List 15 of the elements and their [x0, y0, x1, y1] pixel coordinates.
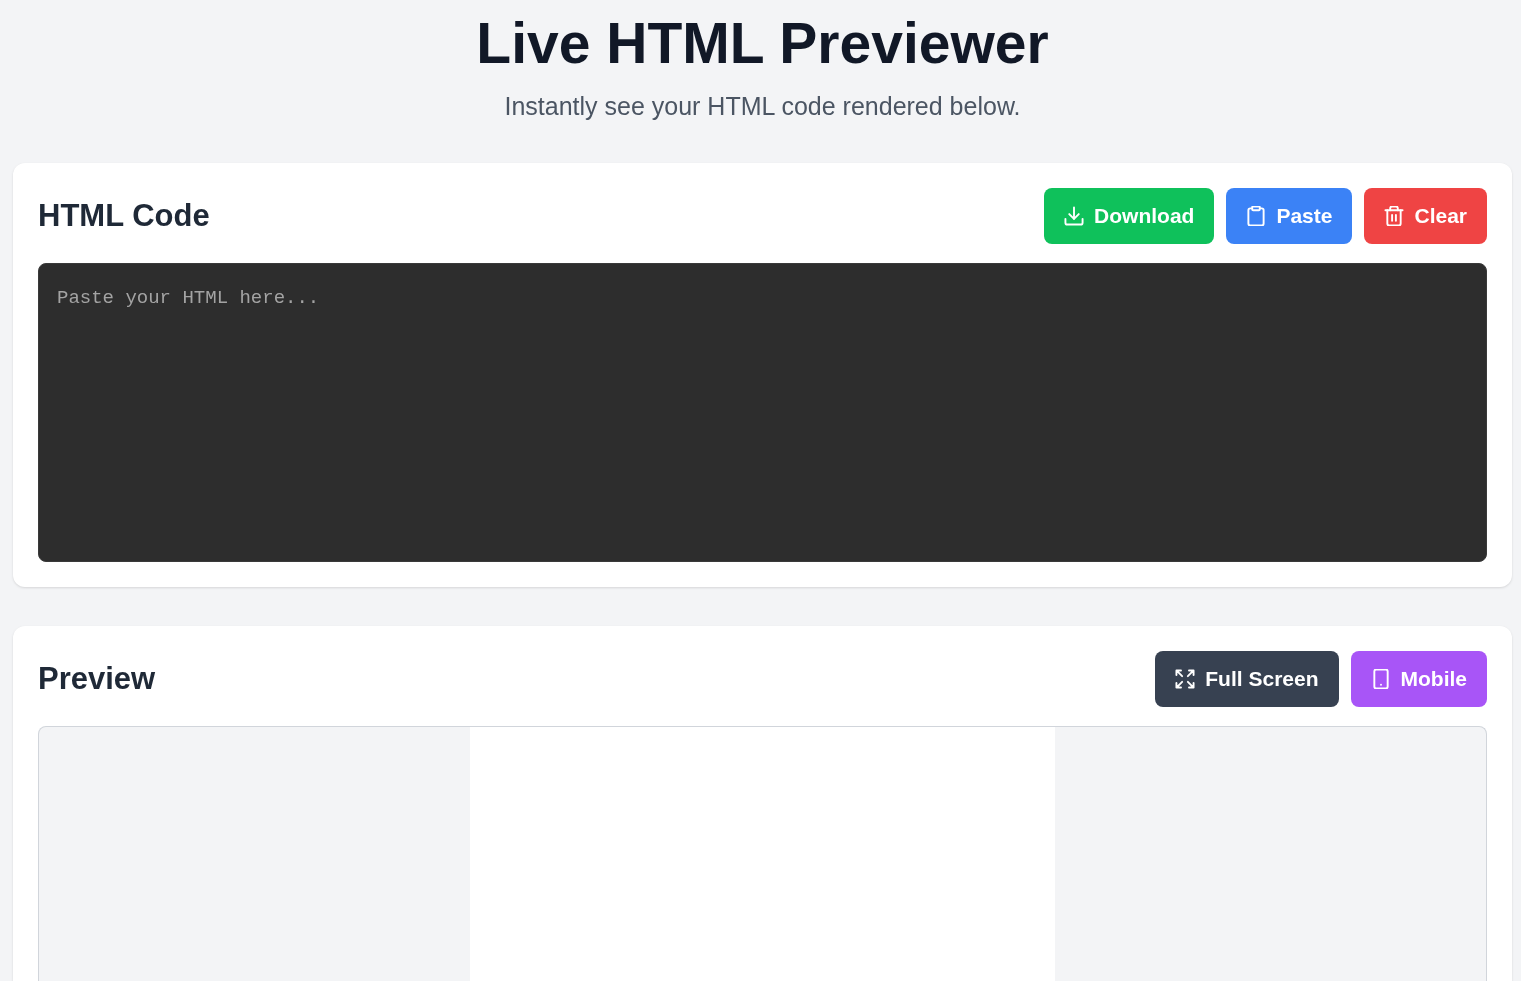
phone-icon — [1370, 669, 1391, 689]
mobile-button[interactable]: Mobile — [1350, 651, 1487, 707]
download-button[interactable]: Download — [1044, 188, 1215, 244]
panel-title: HTML Code — [38, 198, 210, 234]
page-subtitle: Instantly see your HTML code rendered below. — [504, 91, 1021, 122]
trash-icon — [1384, 206, 1405, 226]
paste-button[interactable]: Paste — [1226, 188, 1353, 244]
page-title: Live HTML Previewer — [476, 12, 1049, 75]
expand-icon — [1175, 669, 1196, 689]
clear-button[interactable]: Clear — [1364, 188, 1487, 244]
panel-title: Preview — [38, 661, 156, 697]
clipboard-icon — [1246, 206, 1267, 226]
download-icon — [1064, 206, 1085, 226]
full-screen-button[interactable]: Full Screen — [1155, 651, 1339, 707]
code-input-field[interactable]: Paste your HTML here... — [38, 263, 1487, 562]
